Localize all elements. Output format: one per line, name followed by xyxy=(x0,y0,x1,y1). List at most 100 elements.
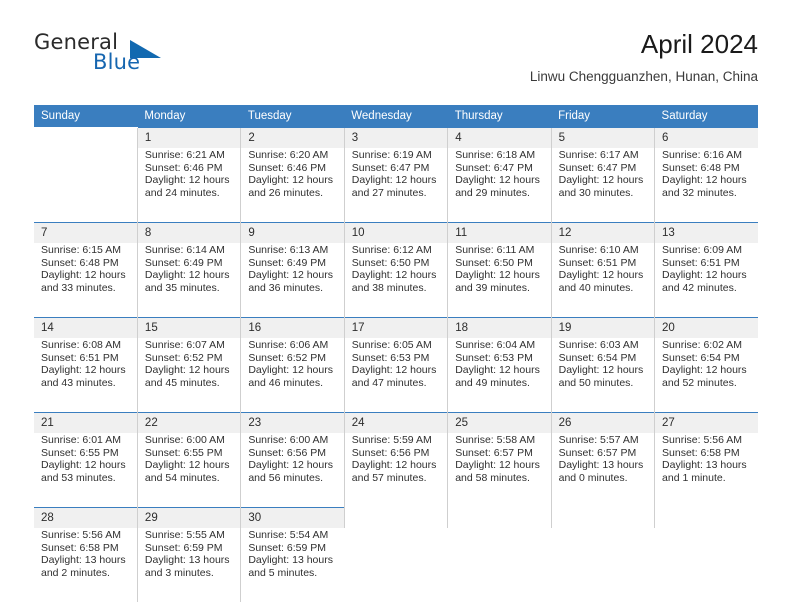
day-info-daylight1: Daylight: 13 hours xyxy=(248,554,333,567)
day-info-sunset: Sunset: 6:54 PM xyxy=(558,351,637,364)
day-info-sunrise: Sunrise: 5:54 AM xyxy=(248,529,329,541)
location-subtitle: Linwu Chengguanzhen, Hunan, China xyxy=(529,69,758,84)
day-info-sunrise: Sunrise: 6:00 AM xyxy=(144,434,225,446)
day-info-sunrise: Sunrise: 6:08 AM xyxy=(41,339,121,351)
sunrise-sunset-calendar-table: Sunday Monday Tuesday Wednesday Thursday Frid… xyxy=(34,105,758,602)
day-info-sunrise: Sunrise: 6:07 AM xyxy=(144,339,225,351)
day-info-daylight2: and 38 minutes. xyxy=(351,281,427,294)
day-info-daylight2: and 53 minutes. xyxy=(41,471,116,484)
day-info-daylight1: Daylight: 12 hours xyxy=(41,459,126,472)
day-info-daylight1: Daylight: 12 hours xyxy=(144,269,230,282)
day-info-sunrise: Sunrise: 6:19 AM xyxy=(351,149,432,161)
day-number[interactable]: 4 xyxy=(447,127,552,148)
day-info-daylight1: Daylight: 12 hours xyxy=(455,174,540,187)
day-info-daylight2: and 52 minutes. xyxy=(662,376,737,389)
day-info-sunrise: Sunrise: 5:57 AM xyxy=(558,434,639,446)
day-info-daylight1: Daylight: 12 hours xyxy=(248,174,333,187)
day-info: Sunrise: 5:58 AM Sunset: 6:57 PM Daylight:… xyxy=(447,433,552,508)
day-info-sunset: Sunset: 6:57 PM xyxy=(558,446,637,459)
day-number[interactable]: 16 xyxy=(240,317,345,338)
day-info-sunrise: Sunrise: 6:15 AM xyxy=(41,244,121,256)
day-info-sunrise: Sunrise: 6:13 AM xyxy=(248,244,329,256)
day-info-sunrise: Sunrise: 6:04 AM xyxy=(455,339,536,351)
day-number[interactable]: 26 xyxy=(550,412,655,433)
day-info-daylight2: and 2 minutes. xyxy=(41,566,110,579)
day-info-sunset: Sunset: 6:51 PM xyxy=(662,256,740,269)
day-info-sunset: Sunset: 6:59 PM xyxy=(248,541,326,554)
day-number[interactable]: 21 xyxy=(34,412,138,433)
day-number[interactable]: 9 xyxy=(240,222,345,243)
week-info-row: Sunrise: 6:15 AM Sunset: 6:48 PM Daylight:… xyxy=(34,243,758,318)
day-info-daylight2: and 56 minutes. xyxy=(248,471,324,484)
day-info: Sunrise: 6:08 AM Sunset: 6:51 PM Daylight:… xyxy=(34,338,138,413)
day-info: Sunrise: 6:09 AM Sunset: 6:51 PM Daylight:… xyxy=(654,243,758,318)
day-info-daylight1: Daylight: 12 hours xyxy=(351,174,437,187)
day-info: Sunrise: 6:18 AM Sunset: 6:47 PM Daylight:… xyxy=(447,148,552,223)
day-info-empty xyxy=(654,528,758,602)
day-number[interactable]: 17 xyxy=(343,317,448,338)
day-info-daylight2: and 58 minutes. xyxy=(455,471,530,484)
day-number[interactable]: 20 xyxy=(654,317,758,338)
day-number[interactable]: 7 xyxy=(34,222,138,243)
day-number[interactable]: 25 xyxy=(447,412,552,433)
day-number[interactable]: 8 xyxy=(136,222,241,243)
day-number[interactable]: 18 xyxy=(447,317,552,338)
general-blue-logo[interactable]: General Blue xyxy=(34,30,194,86)
day-info-daylight2: and 54 minutes. xyxy=(144,471,220,484)
day-info-sunrise: Sunrise: 6:12 AM xyxy=(351,244,432,256)
day-info-daylight2: and 40 minutes. xyxy=(558,281,634,294)
day-number[interactable]: 2 xyxy=(240,127,345,148)
day-info: Sunrise: 6:00 AM Sunset: 6:56 PM Daylight:… xyxy=(240,433,345,508)
day-number[interactable]: 29 xyxy=(136,507,241,528)
day-info-sunset: Sunset: 6:46 PM xyxy=(144,161,223,174)
day-number[interactable]: 10 xyxy=(343,222,448,243)
day-number[interactable]: 5 xyxy=(550,127,655,148)
weekday-header-saturday: Saturday xyxy=(654,105,758,128)
day-info-sunset: Sunset: 6:51 PM xyxy=(41,351,119,364)
week-info-row: Sunrise: 6:21 AM Sunset: 6:46 PM Daylight:… xyxy=(34,148,758,223)
day-number[interactable]: 23 xyxy=(240,412,345,433)
day-number[interactable]: 14 xyxy=(34,317,138,338)
day-info-daylight2: and 39 minutes. xyxy=(455,281,530,294)
logo-text-blue: Blue xyxy=(93,50,141,74)
day-info: Sunrise: 6:19 AM Sunset: 6:47 PM Daylight:… xyxy=(343,148,448,223)
day-info-daylight1: Daylight: 13 hours xyxy=(558,459,644,472)
day-number[interactable]: 22 xyxy=(136,412,241,433)
day-info-daylight1: Daylight: 13 hours xyxy=(144,554,230,567)
day-info-daylight1: Daylight: 12 hours xyxy=(351,269,437,282)
day-info: Sunrise: 5:59 AM Sunset: 6:56 PM Daylight:… xyxy=(343,433,448,508)
day-info-daylight1: Daylight: 12 hours xyxy=(248,459,333,472)
day-number[interactable]: 19 xyxy=(550,317,655,338)
day-info-daylight2: and 1 minute. xyxy=(662,471,726,484)
day-info-sunset: Sunset: 6:51 PM xyxy=(558,256,637,269)
day-info: Sunrise: 6:11 AM Sunset: 6:50 PM Daylight:… xyxy=(447,243,552,318)
day-info-sunrise: Sunrise: 6:10 AM xyxy=(558,244,639,256)
day-number[interactable]: 30 xyxy=(240,507,345,528)
week-daynumber-row: 123456 xyxy=(34,127,758,148)
day-number[interactable]: 6 xyxy=(654,127,758,148)
day-number[interactable]: 12 xyxy=(550,222,655,243)
day-info: Sunrise: 6:01 AM Sunset: 6:55 PM Daylight:… xyxy=(34,433,138,508)
day-number[interactable]: 3 xyxy=(343,127,448,148)
day-info-sunrise: Sunrise: 5:56 AM xyxy=(662,434,742,446)
day-info: Sunrise: 6:20 AM Sunset: 6:46 PM Daylight:… xyxy=(240,148,345,223)
day-info-empty xyxy=(447,528,552,602)
day-number[interactable]: 13 xyxy=(654,222,758,243)
week-daynumber-row: 28 29 30 xyxy=(34,507,758,528)
day-info-sunrise: Sunrise: 6:18 AM xyxy=(455,149,536,161)
day-number[interactable]: 27 xyxy=(654,412,758,433)
day-number[interactable]: 24 xyxy=(343,412,448,433)
day-number[interactable]: 28 xyxy=(34,507,138,528)
day-number[interactable]: 1 xyxy=(136,127,241,148)
day-info: Sunrise: 6:14 AM Sunset: 6:49 PM Daylight:… xyxy=(136,243,241,318)
weekday-header-tuesday: Tuesday xyxy=(240,105,345,128)
day-info-sunrise: Sunrise: 6:20 AM xyxy=(248,149,329,161)
day-info-daylight2: and 29 minutes. xyxy=(455,186,530,199)
day-cell-empty xyxy=(343,507,448,528)
day-number[interactable]: 15 xyxy=(136,317,241,338)
day-info-sunset: Sunset: 6:47 PM xyxy=(558,161,637,174)
day-number[interactable]: 11 xyxy=(447,222,552,243)
week-info-row: Sunrise: 6:01 AM Sunset: 6:55 PM Daylight:… xyxy=(34,433,758,508)
day-info-daylight2: and 49 minutes. xyxy=(455,376,530,389)
page-title: April 2024 xyxy=(640,29,758,59)
